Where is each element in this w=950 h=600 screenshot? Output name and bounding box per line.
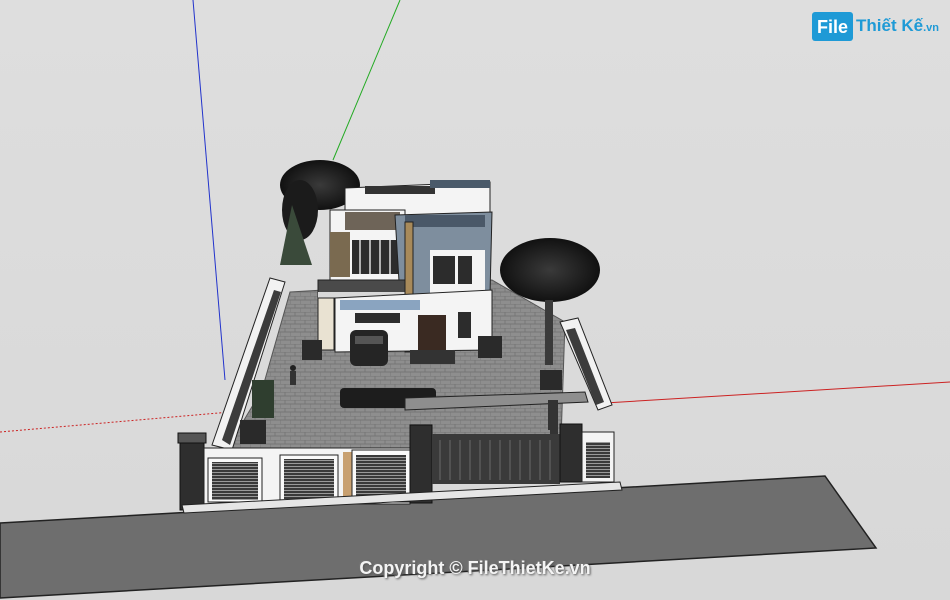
- filethietke-logo: File Thiết Kế.vn: [812, 10, 939, 42]
- sketchup-viewport[interactable]: File Thiết Kế.vn Copyright © FileThietKe…: [0, 0, 950, 600]
- house: [317, 180, 493, 364]
- person-figure: [290, 365, 296, 385]
- copyright-watermark: Copyright © FileThietKe.vn: [359, 558, 591, 578]
- logo-tld: .vn: [923, 22, 939, 34]
- car: [350, 330, 388, 366]
- logo-name: Thiết Kế: [856, 16, 924, 35]
- logo-box: File: [812, 11, 854, 41]
- house-3d-model: [0, 0, 950, 599]
